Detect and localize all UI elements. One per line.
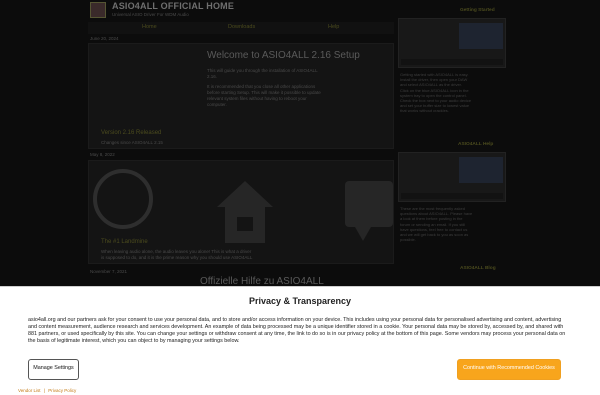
sidebar-text: Getting started with ASIO4ALL is easy. I… [400, 72, 506, 114]
sidebar-title[interactable]: Getting Started [460, 8, 495, 13]
sidebar: Getting Started Getting started with ASI… [398, 0, 508, 294]
post-date: November 7, 2021 [90, 269, 128, 274]
video-controls[interactable] [401, 59, 503, 65]
post-line: computer. [207, 102, 227, 107]
accept-cookies-button[interactable]: Continue with Recommended Cookies [457, 359, 561, 380]
manage-settings-button[interactable]: Manage Settings [28, 359, 79, 380]
privacy-policy-link[interactable]: Privacy Policy [48, 388, 76, 393]
video-thumbnail [459, 157, 503, 183]
wordpress-logo-icon [93, 169, 153, 229]
post-line: is supposed to do, and it is the prime r… [101, 255, 253, 260]
video-embed[interactable] [398, 18, 506, 68]
post-subtitle[interactable]: The #1 Landmine [101, 239, 148, 245]
post-title[interactable]: Welcome to ASIO4ALL 2.16 Setup [207, 50, 360, 61]
nav-home[interactable]: Home [142, 24, 157, 30]
sidebar-line: possible. [400, 237, 416, 243]
consent-links: Vendor List | Privacy Policy [18, 388, 78, 393]
sidebar-title[interactable]: ASIO4ALL Blog [460, 266, 496, 271]
nav-help[interactable]: Help [328, 24, 339, 30]
link-separator: | [43, 388, 45, 393]
consent-title: Privacy & Transparency [248, 296, 352, 306]
video-controls[interactable] [401, 193, 503, 199]
sidebar-text: These are the most frequently asked ques… [400, 206, 506, 242]
nav-downloads[interactable]: Downloads [228, 24, 255, 30]
video-embed[interactable] [398, 152, 506, 202]
post-date: May 8, 2022 [90, 152, 115, 157]
post-text: When leaving audio alone, the audio leav… [101, 249, 391, 261]
video-thumbnail [459, 23, 503, 49]
consent-dialog: Privacy & Transparency asio4all.org and … [0, 286, 600, 395]
post-card[interactable]: The #1 Landmine When leaving audio alone… [88, 160, 394, 264]
consent-body: asio4all.org and our partners ask for yo… [28, 317, 566, 344]
sidebar-line: that works without crackles. [400, 108, 449, 114]
site-title[interactable]: ASIO4ALL OFFICIAL HOME [112, 1, 234, 11]
post-subtitle[interactable]: Version 2.16 Released [101, 130, 161, 136]
sidebar-title[interactable]: ASIO4ALL Help [458, 142, 493, 147]
speech-bubble-icon [345, 181, 393, 241]
post-meta: Changes since ASIO4ALL 2.15 [101, 140, 163, 145]
vendor-list-link[interactable]: Vendor List [18, 388, 41, 393]
house-icon [217, 181, 273, 243]
site-tagline: Universal ASIO Driver For WDM Audio [112, 12, 189, 17]
post-text: This will guide you through the installa… [207, 68, 387, 108]
post-card[interactable]: Welcome to ASIO4ALL 2.16 Setup This will… [88, 43, 394, 149]
site-logo[interactable] [90, 2, 106, 18]
main-content: June 20, 2024 Welcome to ASIO4ALL 2.16 S… [88, 34, 394, 294]
top-nav: Home Downloads Help [88, 22, 394, 34]
post-date: June 20, 2024 [90, 36, 119, 41]
